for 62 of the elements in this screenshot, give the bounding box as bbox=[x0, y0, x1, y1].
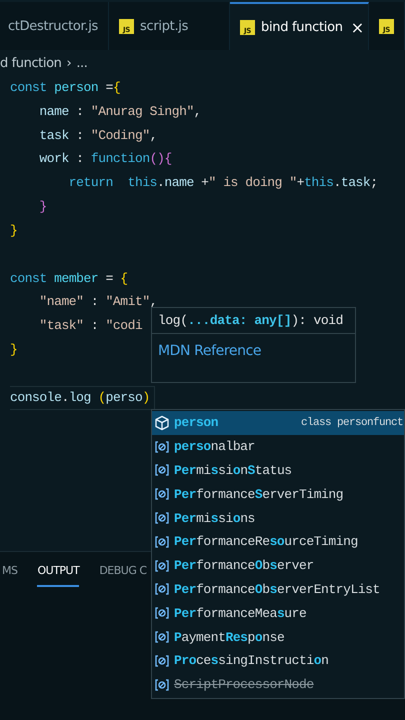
suggestion-label: PerformanceObserver bbox=[174, 558, 314, 574]
variable-icon bbox=[154, 605, 170, 622]
variable-icon bbox=[154, 534, 170, 550]
code-line: "task" : "codi bbox=[38, 317, 142, 336]
code-line: } bbox=[10, 222, 18, 240]
code-line: "name" : "Amit", bbox=[38, 293, 158, 312]
panel-tab[interactable]: DEBUG C bbox=[99, 564, 147, 587]
variable-icon bbox=[154, 629, 170, 646]
suggestion-label: person bbox=[174, 415, 218, 430]
tab-label: bind function bbox=[261, 20, 343, 34]
suggestion-label: PerformanceObserverEntryList bbox=[174, 582, 380, 597]
code-line: } bbox=[38, 198, 47, 216]
variable-icon bbox=[154, 510, 170, 526]
breadcrumb-separator: › bbox=[66, 56, 72, 70]
code-line: const person ={ bbox=[10, 79, 120, 97]
cube-icon bbox=[154, 414, 170, 431]
suggestion-item[interactable]: PerformanceResourceTiming bbox=[152, 530, 404, 554]
variable-icon bbox=[154, 438, 170, 455]
close-icon[interactable]: × bbox=[350, 18, 364, 36]
variable-icon bbox=[154, 652, 170, 669]
editor-tab[interactable]: ctDestructor.js bbox=[0, 2, 110, 50]
suggestion-item[interactable]: PerformanceObserver bbox=[152, 554, 404, 578]
code-line: } bbox=[10, 340, 18, 359]
mdn-link[interactable]: MDN Reference bbox=[152, 334, 268, 368]
suggestion-item[interactable]: PerformanceServerTiming bbox=[152, 482, 404, 506]
suggestion-item[interactable]: PermissionStatus bbox=[152, 458, 404, 482]
suggestion-label: PaymentResponse bbox=[174, 630, 284, 645]
tab-label: ctDestructor.js bbox=[8, 18, 98, 34]
code-line: work : function(){ bbox=[38, 150, 172, 168]
variable-icon bbox=[154, 558, 170, 574]
signature-text: log(...data: any[]): void bbox=[157, 312, 344, 330]
suggestion-item[interactable]: PerformanceMeasure bbox=[152, 601, 404, 626]
suggestion-item[interactable]: PaymentResponse bbox=[152, 625, 404, 649]
suggestion-item[interactable]: person class personfunct bbox=[152, 411, 404, 435]
suggestion-label: ProcessingInstruction bbox=[174, 653, 328, 668]
code-line: return this.name +" is doing "+this.task; bbox=[68, 174, 378, 192]
variable-icon bbox=[154, 676, 170, 693]
breadcrumb-item[interactable]: ... bbox=[76, 56, 88, 70]
suggestion-label: PerformanceResourceTiming bbox=[174, 534, 358, 550]
code-line: task : "Coding", bbox=[38, 126, 158, 145]
suggestion-label: Permissions bbox=[174, 510, 255, 526]
breadcrumb-item[interactable]: d function bbox=[0, 56, 62, 70]
suggestion-label: PermissionStatus bbox=[174, 462, 292, 478]
tab-label: script.js bbox=[140, 18, 188, 34]
suggestion-detail: class personfunct bbox=[300, 416, 404, 429]
suggestion-item[interactable]: personalbar bbox=[152, 434, 404, 459]
variable-icon bbox=[154, 581, 170, 598]
suggestion-label: personalbar bbox=[174, 439, 255, 454]
suggestion-label: PerformanceServerTiming bbox=[174, 486, 344, 502]
code-line: const member = { bbox=[10, 270, 128, 288]
panel-tab[interactable]: MS bbox=[2, 564, 18, 587]
code-line: console.log (perso) bbox=[10, 386, 155, 410]
suggestion-item[interactable]: PerformanceObserverEntryList bbox=[152, 578, 404, 602]
suggestion-label: PerformanceMeasure bbox=[174, 606, 306, 621]
variable-icon bbox=[154, 462, 170, 478]
suggestion-item[interactable]: Permissions bbox=[152, 506, 404, 530]
panel-tab[interactable]: OUTPUT bbox=[37, 564, 80, 587]
suggestion-item[interactable]: ProcessingInstruction bbox=[152, 648, 404, 673]
code-line: name : "Anurag Singh", bbox=[38, 102, 202, 121]
suggestion-label: ScriptProcessorNode bbox=[174, 677, 314, 692]
variable-icon bbox=[154, 486, 170, 502]
suggestion-item[interactable]: ScriptProcessorNode bbox=[152, 672, 404, 697]
